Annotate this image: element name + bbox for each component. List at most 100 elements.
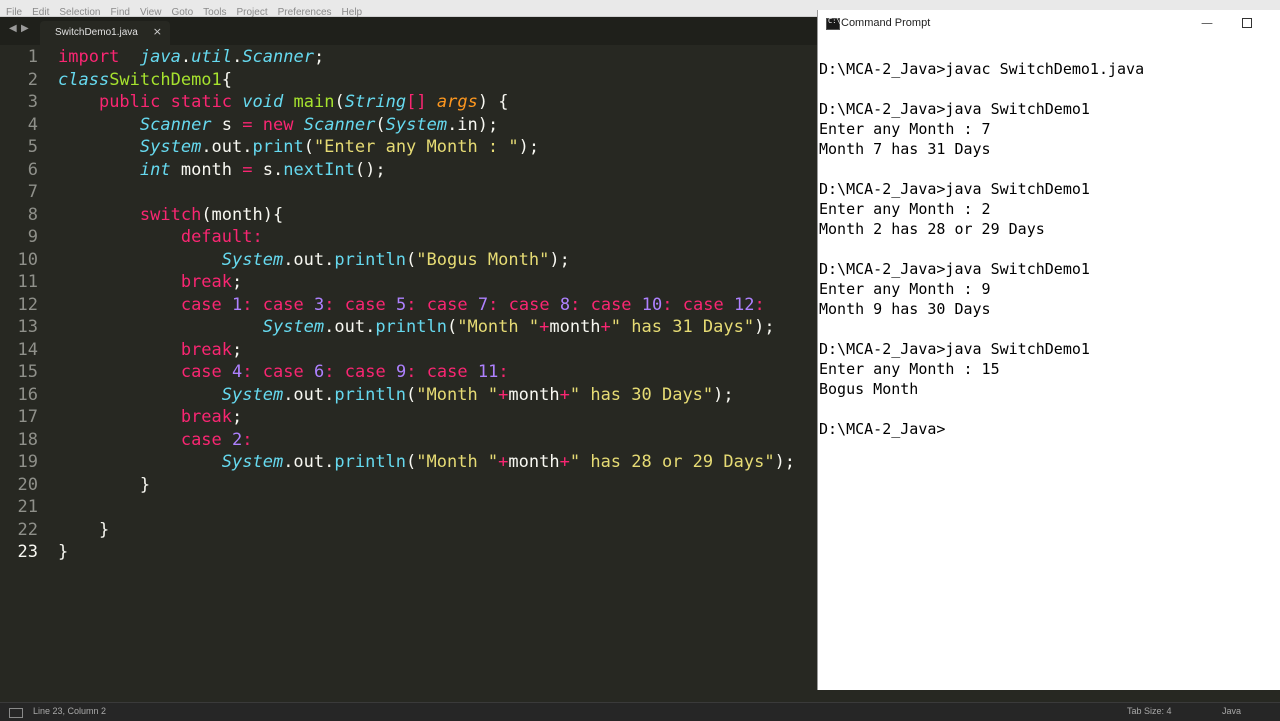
code-line[interactable]: switch(month){ bbox=[58, 204, 283, 227]
line-number: 22 bbox=[17, 519, 38, 540]
console-line: D:\MCA-2_Java>java SwitchDemo1 bbox=[819, 260, 1090, 278]
code-token: case bbox=[426, 294, 468, 315]
code-token: ); bbox=[713, 384, 734, 405]
code-token: ( bbox=[334, 92, 345, 112]
code-token: } bbox=[58, 474, 151, 495]
console-line: D:\MCA-2_Java> bbox=[819, 420, 946, 438]
code-line[interactable]: System.out.println("Bogus Month"); bbox=[58, 249, 570, 272]
cmd-title-bar[interactable]: C:\ Command Prompt — bbox=[818, 10, 1280, 39]
code-line[interactable]: break; bbox=[58, 271, 242, 294]
tab-switchdemo1[interactable]: SwitchDemo1.java × bbox=[40, 21, 170, 45]
code-line[interactable]: case 1: case 3: case 5: case 7: case 8: … bbox=[58, 294, 765, 317]
code-token: println bbox=[334, 452, 407, 472]
line-number: 10 bbox=[17, 249, 38, 270]
code-token: util bbox=[191, 47, 233, 67]
tab-title: SwitchDemo1.java bbox=[55, 27, 138, 38]
code-token: ; bbox=[232, 272, 243, 292]
code-token: System bbox=[139, 137, 202, 157]
code-token: + bbox=[559, 384, 570, 405]
code-token: : bbox=[242, 294, 253, 315]
code-token: month bbox=[508, 452, 560, 472]
maximize-icon[interactable] bbox=[1242, 18, 1252, 28]
code-line[interactable]: System.out.println("Month "+month+" has … bbox=[58, 451, 795, 474]
code-token: + bbox=[498, 384, 509, 405]
code-line[interactable]: System.out.println("Month "+month+" has … bbox=[58, 316, 775, 339]
code-line[interactable]: import java.util.Scanner; bbox=[58, 46, 324, 69]
code-token: ( bbox=[406, 452, 417, 472]
code-token: : bbox=[242, 429, 253, 450]
cmd-app-icon-glyph: C:\ bbox=[828, 17, 841, 25]
panel-toggle-icon[interactable] bbox=[9, 708, 23, 718]
code-token: nextInt bbox=[283, 159, 355, 180]
code-token: 10 bbox=[641, 294, 663, 315]
line-number: 8 bbox=[27, 204, 38, 225]
code-token: case bbox=[682, 294, 724, 315]
cursor-position: Line 23, Column 2 bbox=[33, 706, 107, 716]
code-token: ( bbox=[375, 114, 386, 135]
code-line[interactable]: public static void main(String[] args) { bbox=[58, 91, 509, 114]
code-token: ; bbox=[232, 407, 243, 427]
code-line[interactable]: } bbox=[58, 541, 68, 564]
code-line[interactable]: Scanner s = new Scanner(System.in); bbox=[58, 114, 498, 137]
code-line[interactable]: } bbox=[58, 519, 109, 542]
code-token: " has 28 or 29 Days" bbox=[569, 452, 775, 472]
code-token: " has 31 Days" bbox=[610, 317, 755, 337]
code-area[interactable]: import java.util.Scanner; classSwitchDemo… bbox=[58, 45, 818, 702]
tab-size-selector[interactable]: Tab Size: 4 bbox=[1127, 706, 1172, 716]
tab-back-icon[interactable]: ◀ bbox=[9, 23, 17, 34]
line-number: 2 bbox=[27, 69, 38, 90]
code-token: 3 bbox=[313, 294, 325, 315]
cmd-app-icon: C:\ bbox=[826, 17, 841, 30]
code-token: + bbox=[539, 317, 550, 337]
code-line[interactable]: case 2: bbox=[58, 429, 253, 452]
code-token: "Bogus Month" bbox=[416, 249, 550, 270]
code-token: public bbox=[98, 92, 161, 112]
code-token: .out. bbox=[283, 249, 335, 270]
code-token: ( bbox=[406, 249, 417, 270]
code-token: month bbox=[549, 317, 601, 337]
line-number: 15 bbox=[17, 362, 38, 382]
code-line[interactable]: classSwitchDemo1{ bbox=[58, 69, 232, 92]
code-line[interactable]: System.out.println("Month "+month+" has … bbox=[58, 384, 734, 407]
cmd-window-title: Command Prompt bbox=[841, 17, 931, 29]
code-line[interactable]: default: bbox=[58, 226, 263, 249]
cmd-console-output[interactable]: D:\MCA-2_Java>javac SwitchDemo1.java D:\M… bbox=[818, 39, 1280, 690]
code-token: break bbox=[180, 407, 233, 427]
tab-forward-icon[interactable]: ▶ bbox=[21, 23, 29, 34]
code-token: ); bbox=[774, 452, 796, 472]
console-line: D:\MCA-2_Java>javac SwitchDemo1.java bbox=[819, 60, 1145, 78]
code-token: java bbox=[139, 47, 181, 67]
code-line[interactable]: case 4: case 6: case 9: case 11: bbox=[58, 361, 509, 384]
line-number: 20 bbox=[17, 474, 38, 495]
tab-close-icon[interactable]: × bbox=[153, 25, 162, 38]
code-token: void bbox=[242, 92, 284, 112]
code-line[interactable]: break; bbox=[58, 339, 242, 362]
code-token: 4 bbox=[232, 362, 243, 382]
code-token: int bbox=[139, 159, 171, 180]
code-token: : bbox=[488, 294, 499, 315]
code-line[interactable]: int month = s.nextInt(); bbox=[58, 159, 386, 182]
status-bar: Line 23, Column 2 Tab Size: 4 Java bbox=[0, 702, 1280, 721]
code-line[interactable]: break; bbox=[58, 406, 242, 429]
command-prompt-window[interactable]: C:\ Command Prompt — D:\MCA-2_Java>javac… bbox=[817, 10, 1280, 690]
code-token: default: bbox=[180, 227, 263, 247]
code-line[interactable]: System.out.print("Enter any Month : "); bbox=[58, 136, 539, 159]
syntax-selector[interactable]: Java bbox=[1222, 706, 1241, 716]
code-line[interactable]: } bbox=[58, 474, 150, 497]
code-token: } bbox=[58, 542, 69, 562]
code-token: System bbox=[221, 249, 284, 270]
code-editor[interactable]: 1 2 3 4 5 6 7 8 9 10 11 12 13 14 15 16 17 18 19 20 21 22 23 im… bbox=[0, 45, 818, 702]
minimize-icon[interactable]: — bbox=[1201, 16, 1213, 30]
code-token: 2 bbox=[232, 429, 243, 450]
